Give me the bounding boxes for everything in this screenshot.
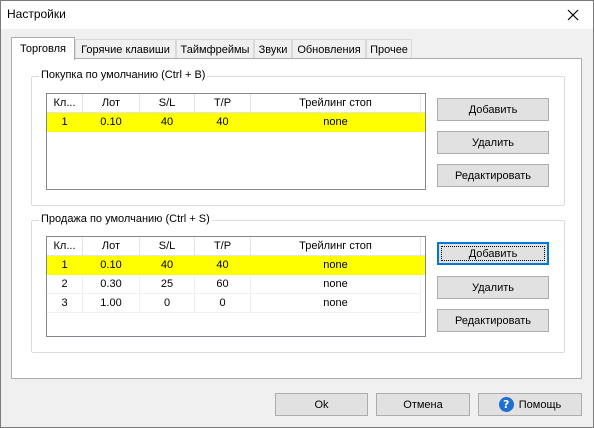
cell-sl: 25 — [140, 275, 195, 294]
title-bar: Настройки — [1, 1, 593, 29]
buy-group-title: Покупка по умолчанию (Ctrl + B) — [39, 69, 208, 81]
tab-hotkeys[interactable]: Горячие клавиши — [75, 39, 176, 59]
focus-rectangle — [441, 246, 545, 261]
tab-other[interactable]: Прочее — [366, 39, 412, 59]
table-row[interactable]: 3 1.00 0 0 none — [47, 294, 425, 313]
sell-list-header: Кл... Лот S/L T/P Трейлинг стоп — [47, 237, 425, 256]
column-header-sl[interactable]: S/L — [140, 237, 195, 255]
button-label: Отмена — [403, 398, 443, 411]
cell-key: 1 — [47, 113, 83, 132]
cell-trailing: none — [251, 275, 421, 294]
sell-group-title: Продажа по умолчанию (Ctrl + S) — [39, 213, 212, 225]
cell-key: 1 — [47, 256, 83, 275]
cell-lot: 0.30 — [83, 275, 140, 294]
tab-label: Таймфреймы — [180, 43, 250, 56]
column-header-lot[interactable]: Лот — [83, 237, 140, 255]
buy-delete-button[interactable]: Удалить — [437, 131, 549, 154]
sell-delete-button[interactable]: Удалить — [437, 276, 549, 299]
column-header-lot[interactable]: Лот — [83, 94, 140, 112]
buy-add-button[interactable]: Добавить — [437, 98, 549, 121]
table-row[interactable]: 1 0.10 40 40 none — [47, 256, 425, 275]
button-label: Добавить — [468, 103, 518, 116]
cell-tp: 0 — [195, 294, 251, 313]
column-header-trailing[interactable]: Трейлинг стоп — [251, 237, 421, 255]
cell-tp: 60 — [195, 275, 251, 294]
close-icon — [567, 9, 579, 21]
tab-label: Обновления — [297, 43, 361, 56]
button-label: Удалить — [472, 136, 514, 149]
cell-key: 3 — [47, 294, 83, 313]
tab-label: Горячие клавиши — [81, 43, 170, 56]
settings-dialog: Настройки Торговля Горячие клавиши Таймф… — [0, 0, 594, 428]
table-row[interactable]: 1 0.10 40 40 none — [47, 113, 425, 132]
help-icon: ? — [498, 397, 514, 412]
help-button[interactable]: ? Помощь — [478, 393, 582, 416]
column-header-sl[interactable]: S/L — [140, 94, 195, 112]
column-header-tp[interactable]: T/P — [195, 94, 251, 112]
buy-default-group: Покупка по умолчанию (Ctrl + B) Кл... Ло… — [31, 69, 565, 206]
sell-default-group: Продажа по умолчанию (Ctrl + S) Кл... Ло… — [31, 213, 565, 353]
tab-sounds[interactable]: Звуки — [254, 39, 292, 59]
button-label: Помощь — [518, 398, 562, 411]
ok-button[interactable]: Ok — [275, 393, 368, 416]
button-label: Редактировать — [455, 314, 531, 327]
tab-label: Звуки — [258, 43, 288, 56]
cell-tp: 40 — [195, 113, 251, 132]
cell-trailing: none — [251, 113, 421, 132]
tab-trading[interactable]: Торговля — [11, 37, 75, 60]
cell-tp: 40 — [195, 256, 251, 275]
column-header-trailing[interactable]: Трейлинг стоп — [251, 94, 421, 112]
close-button[interactable] — [553, 1, 593, 29]
button-label: Редактировать — [455, 169, 531, 182]
tab-timeframes[interactable]: Таймфреймы — [176, 39, 254, 59]
cell-trailing: none — [251, 294, 421, 313]
cancel-button[interactable]: Отмена — [376, 393, 470, 416]
column-header-key[interactable]: Кл... — [47, 94, 83, 112]
buy-edit-button[interactable]: Редактировать — [437, 164, 549, 187]
button-label: Ok — [314, 398, 329, 411]
cell-sl: 40 — [140, 113, 195, 132]
cell-key: 2 — [47, 275, 83, 294]
sell-list[interactable]: Кл... Лот S/L T/P Трейлинг стоп 1 0.10 4… — [46, 236, 426, 337]
sell-edit-button[interactable]: Редактировать — [437, 309, 549, 332]
button-label: Удалить — [472, 281, 514, 294]
trading-tab-panel: Покупка по умолчанию (Ctrl + B) Кл... Ло… — [11, 58, 582, 379]
cell-sl: 0 — [140, 294, 195, 313]
column-header-key[interactable]: Кл... — [47, 237, 83, 255]
cell-sl: 40 — [140, 256, 195, 275]
buy-list[interactable]: Кл... Лот S/L T/P Трейлинг стоп 1 0.10 4… — [46, 93, 426, 190]
sell-add-button[interactable]: Добавить — [437, 242, 549, 265]
cell-lot: 0.10 — [83, 113, 140, 132]
buy-list-header: Кл... Лот S/L T/P Трейлинг стоп — [47, 94, 425, 113]
cell-trailing: none — [251, 256, 421, 275]
tab-label: Прочее — [370, 43, 408, 56]
tab-updates[interactable]: Обновления — [292, 39, 366, 59]
cell-lot: 1.00 — [83, 294, 140, 313]
table-row[interactable]: 2 0.30 25 60 none — [47, 275, 425, 294]
cell-lot: 0.10 — [83, 256, 140, 275]
tab-label: Торговля — [20, 43, 66, 55]
column-header-tp[interactable]: T/P — [195, 237, 251, 255]
window-title: Настройки — [7, 7, 66, 21]
